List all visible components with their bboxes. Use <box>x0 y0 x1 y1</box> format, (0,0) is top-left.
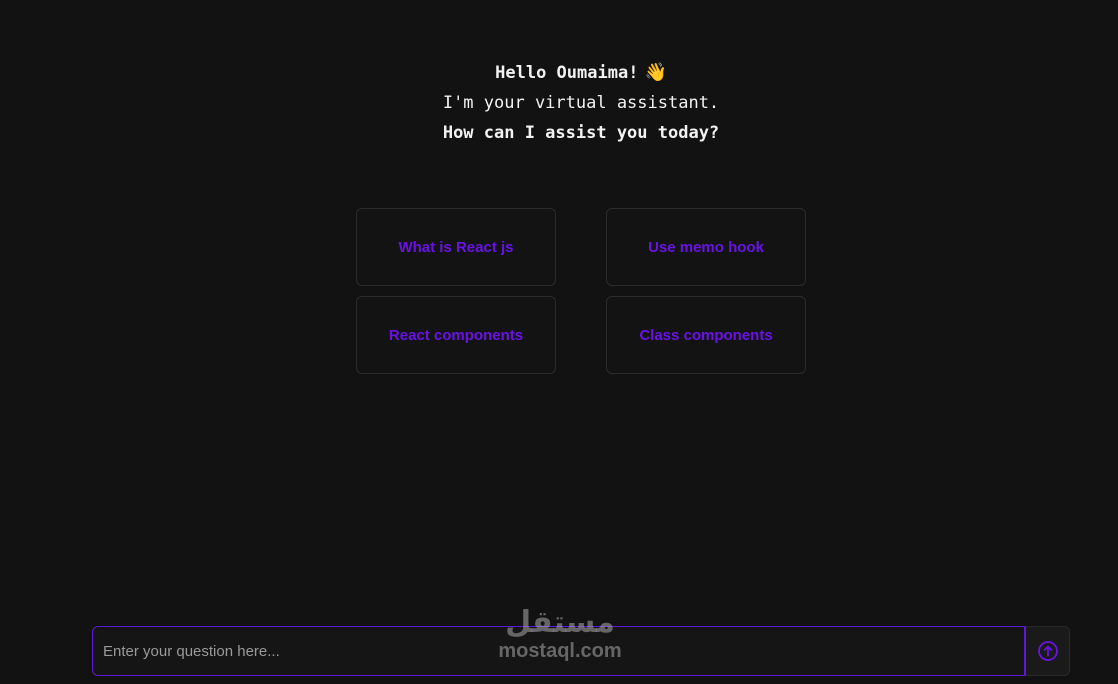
greeting-question: How can I assist you today? <box>442 123 720 143</box>
suggestion-card-react-js[interactable]: What is React js <box>356 208 556 286</box>
arrow-up-circle-icon <box>1037 641 1058 661</box>
suggestion-label: Use memo hook <box>648 238 764 256</box>
greeting-intro: I'm your virtual assistant. <box>442 93 720 113</box>
suggestion-card-use-memo[interactable]: Use memo hook <box>606 208 806 286</box>
suggestion-label: React components <box>388 326 524 344</box>
send-button[interactable] <box>1025 626 1070 676</box>
suggestion-card-react-components[interactable]: React components <box>356 296 556 374</box>
greeting-hello-line: Hello Oumaima! 👋 <box>0 58 1118 88</box>
waving-hand-icon: 👋 <box>644 62 667 83</box>
suggestion-label: Class components <box>639 326 773 344</box>
greeting-block: Hello Oumaima! 👋 I'm your virtual assista… <box>0 58 1118 148</box>
suggestion-card-class-components[interactable]: Class components <box>606 296 806 374</box>
question-input[interactable] <box>92 626 1025 676</box>
question-bar <box>92 626 1070 676</box>
greeting-hello: Hello Oumaima! <box>495 63 639 83</box>
suggestion-grid: What is React js Use memo hook React com… <box>356 208 806 374</box>
suggestion-label: What is React js <box>398 238 514 256</box>
